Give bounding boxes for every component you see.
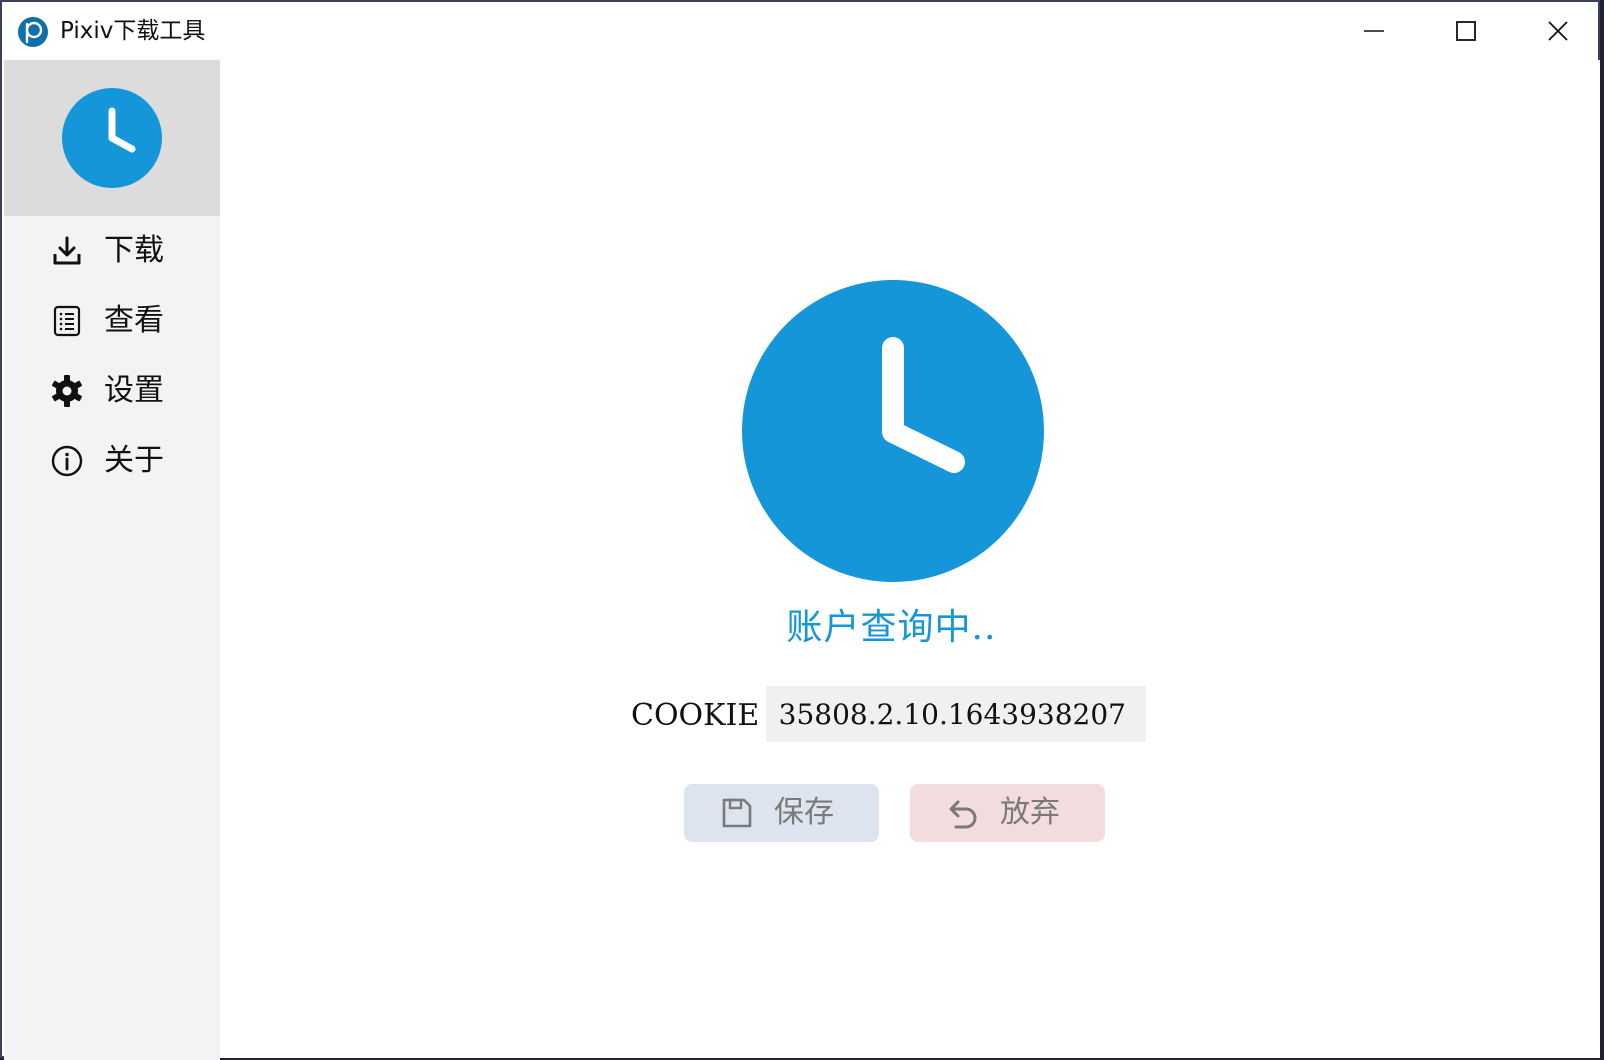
window-title: Pixiv下载工具 [60,18,206,44]
floppy-disk-icon [722,798,752,828]
undo-icon [949,800,977,829]
sidebar-item-label: 下载 [104,233,164,268]
title-bar[interactable]: Pixiv下载工具 [2,2,1598,60]
sidebar-item-settings[interactable]: 设置 [4,356,220,426]
cookie-label: COOKIE [631,698,760,733]
app-window: Pixiv下载工具 下载 查看 设置 关于 账户查询中.. COOKIE 335… [0,0,1600,1060]
pixiv-logo-icon [18,17,48,47]
maximize-button[interactable] [1420,2,1512,60]
save-button-label: 保存 [774,795,834,830]
info-icon [49,443,85,479]
minimize-icon [1364,30,1384,32]
maximize-icon [1456,21,1476,41]
save-button[interactable]: 保存 [684,784,879,842]
status-text: 账户查询中.. [786,607,997,648]
close-button[interactable] [1512,2,1604,60]
sidebar-item-download[interactable]: 下载 [4,216,220,286]
sidebar-item-label: 设置 [104,373,164,408]
cookie-input[interactable] [766,686,1146,742]
main-content: 账户查询中.. COOKIE 保存 放弃 [220,60,1600,1058]
gear-icon [49,373,85,409]
list-icon [49,303,85,339]
sidebar-item-view[interactable]: 查看 [4,286,220,356]
discard-button[interactable]: 放弃 [910,784,1105,842]
clock-icon [742,280,1044,582]
download-icon [49,233,85,269]
sidebar: 下载 查看 设置 关于 [4,60,220,1060]
sidebar-item-label: 关于 [104,443,164,478]
close-icon [1548,21,1568,41]
sidebar-item-about[interactable]: 关于 [4,426,220,496]
sidebar-avatar-area[interactable] [4,60,220,216]
minimize-button[interactable] [1328,2,1420,60]
sidebar-item-label: 查看 [104,303,164,338]
clock-icon [62,88,162,188]
discard-button-label: 放弃 [1000,795,1060,830]
